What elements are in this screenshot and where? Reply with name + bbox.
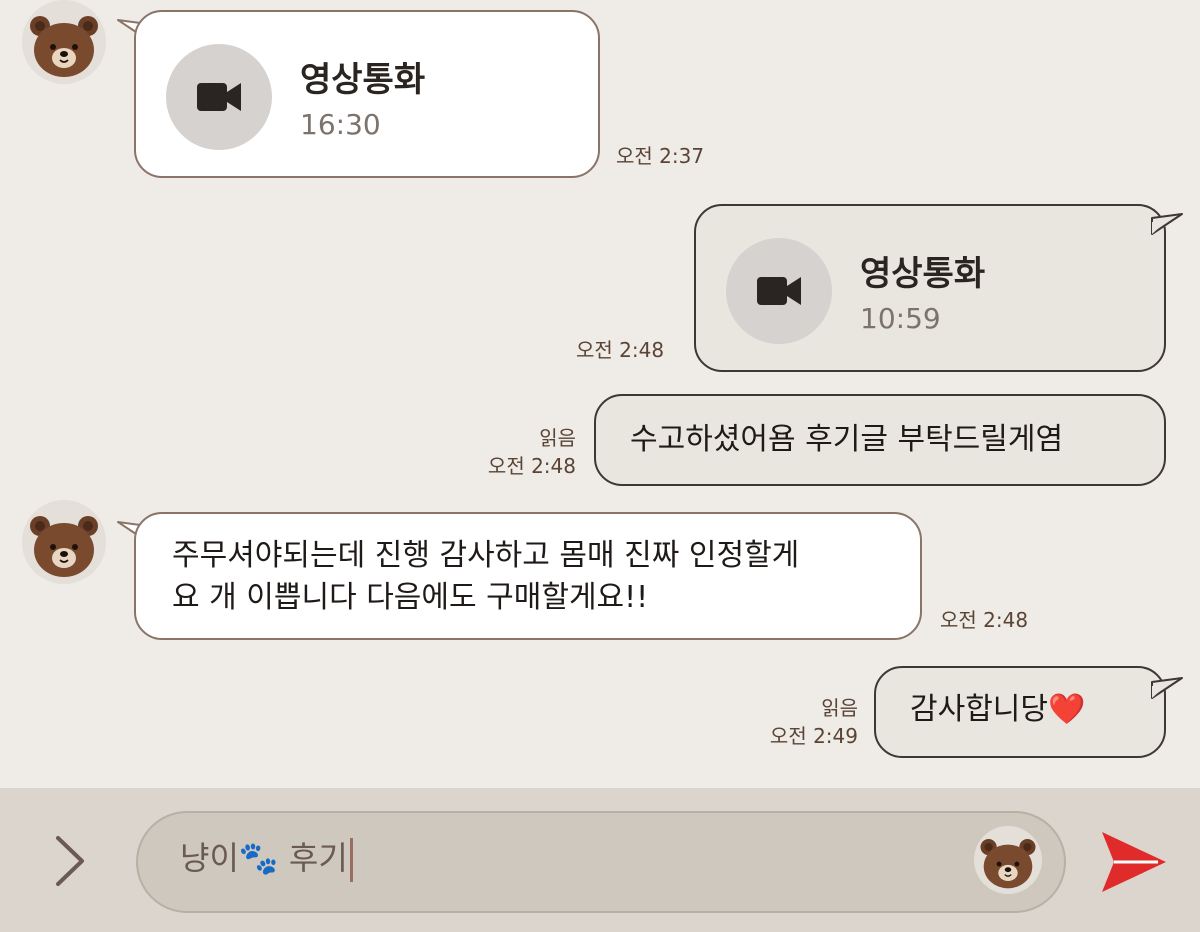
chevron-right-icon[interactable] — [46, 826, 92, 896]
message-text-content: 감사합니당 — [910, 692, 1048, 727]
send-arrow-icon[interactable] — [1098, 826, 1170, 898]
message-text: 감사합니당❤️ — [910, 688, 1085, 732]
text-bubble-incoming[interactable]: 주무셔야되는데 진행 감사하고 몸매 진짜 인정할게 요 개 이쁩니다 다음에도… — [134, 512, 922, 640]
message-time: 오전 2:37 — [616, 144, 705, 168]
call-title: 영상통화 — [300, 60, 426, 100]
input-value: 냥이🐾 후기 — [180, 839, 348, 877]
call-bubble-incoming[interactable]: 영상통화 16:30 — [134, 10, 600, 178]
call-duration: 16:30 — [300, 108, 381, 141]
bear-avatar-icon[interactable] — [22, 0, 106, 84]
bubble-tail — [1151, 677, 1183, 699]
text-bubble-outgoing[interactable]: 감사합니당❤️ — [874, 666, 1166, 758]
text-bubble-outgoing[interactable]: 수고하셨어욤 후기글 부탁드릴게염 — [594, 394, 1166, 486]
read-status: 읽음 — [539, 426, 576, 450]
bear-sticker-icon — [974, 826, 1042, 894]
message-text-line: 요 개 이쁩니다 다음에도 구매할게요!! — [172, 580, 649, 615]
call-duration: 10:59 — [860, 302, 941, 335]
text-caret — [349, 838, 353, 882]
heart-emoji-icon: ❤️ — [1048, 692, 1086, 727]
video-camera-icon — [197, 83, 241, 111]
message-time: 오전 2:48 — [576, 338, 665, 362]
call-icon-circle — [166, 44, 272, 150]
message-meta: 읽음 오전 2:48 — [470, 424, 576, 480]
call-title: 영상통화 — [860, 254, 986, 294]
chat-area: 영상통화 16:30 오전 2:37 오전 2:48 영상통화 10:59 읽음… — [0, 0, 1200, 788]
sticker-button[interactable] — [974, 826, 1042, 894]
message-input-text[interactable]: 냥이🐾 후기 — [180, 832, 353, 884]
message-meta: 읽음 오전 2:49 — [752, 694, 858, 750]
call-bubble-outgoing[interactable]: 영상통화 10:59 — [694, 204, 1166, 372]
message-time: 오전 2:48 — [940, 608, 1029, 632]
bear-avatar-icon[interactable] — [22, 500, 106, 584]
message-time: 오전 2:48 — [487, 454, 576, 478]
call-icon-circle — [726, 238, 832, 344]
video-camera-icon — [757, 277, 801, 305]
message-text: 수고하셨어욤 후기글 부탁드릴게염 — [630, 422, 1064, 457]
read-status: 읽음 — [821, 696, 858, 720]
bubble-tail — [1151, 213, 1183, 235]
message-text-line: 주무셔야되는데 진행 감사하고 몸매 진짜 인정할게 — [172, 538, 800, 573]
message-time: 오전 2:49 — [769, 724, 858, 748]
